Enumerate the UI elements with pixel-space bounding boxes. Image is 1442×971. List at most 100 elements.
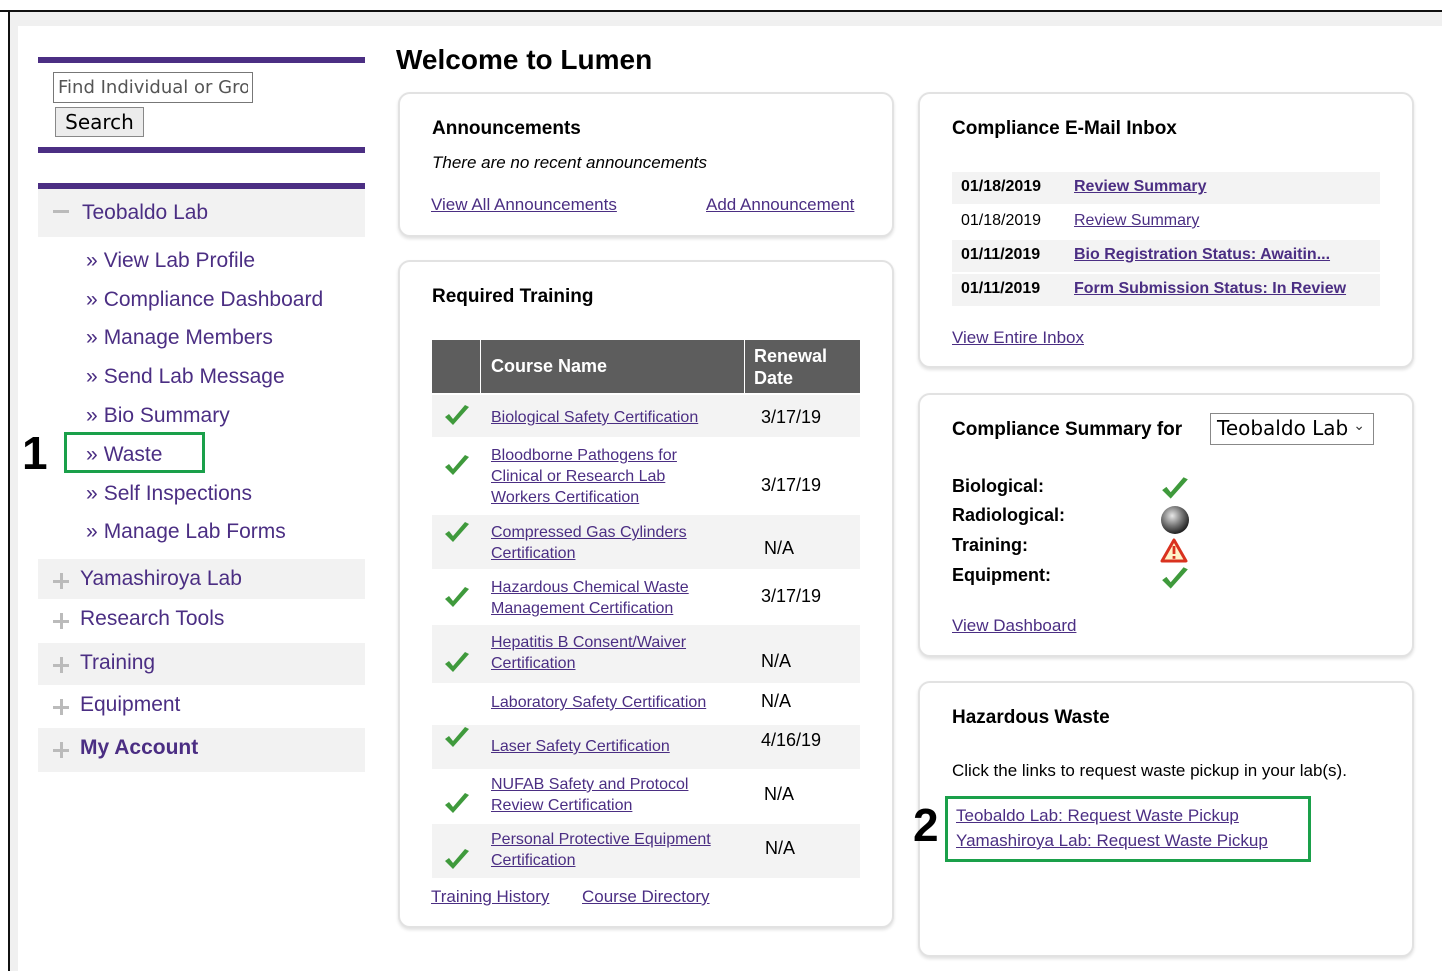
search-input[interactable] <box>53 72 253 103</box>
course-link[interactable]: Compressed Gas Cylinders Certification <box>491 522 721 564</box>
frame-border-left <box>8 10 10 971</box>
check-icon <box>445 793 469 813</box>
expand-icon <box>53 742 69 758</box>
inbox-title: Compliance E-Mail Inbox <box>952 118 1177 139</box>
check-icon <box>445 405 469 425</box>
expand-icon <box>53 573 69 589</box>
view-dashboard-link[interactable]: View Dashboard <box>952 616 1076 636</box>
nav-lab-teobaldo[interactable]: Teobaldo Lab <box>38 189 365 237</box>
training-table-header: Course Name Renewal Date <box>432 340 860 393</box>
nav-item-manage-lab-forms[interactable]: » Manage Lab Forms <box>86 520 286 544</box>
training-history-link[interactable]: Training History <box>431 887 549 907</box>
nav-item-manage-members[interactable]: » Manage Members <box>86 326 273 350</box>
sidebar-nav: Teobaldo Lab » View Lab Profile » Complian… <box>38 183 365 772</box>
check-icon <box>445 455 469 475</box>
renewal-date: 3/17/19 <box>761 475 822 495</box>
course-link[interactable]: Hepatitis B Consent/Waiver Certification <box>491 632 721 674</box>
nav-lab-label: Teobaldo Lab <box>82 201 209 224</box>
nav-lab-yamashiroya[interactable]: Yamashiroya Lab <box>38 559 365 603</box>
table-row: Personal Protective Equipment Certificat… <box>432 824 860 878</box>
nav-training[interactable]: Training <box>38 643 365 687</box>
expand-icon <box>53 613 69 629</box>
check-icon <box>445 652 469 672</box>
inbox-date: 01/18/2019 <box>961 178 1042 195</box>
expand-icon <box>53 657 69 673</box>
table-row: Biological Safety Certification 3/17/19 <box>432 395 860 437</box>
table-row: Bloodborne Pathogens for Clinical or Res… <box>432 437 860 515</box>
compliance-label-training: Training: <box>952 535 1028 555</box>
inbox-subject-link[interactable]: Form Submission Status: In Review <box>1074 280 1346 298</box>
inbox-subject-link[interactable]: Bio Registration Status: Awaitin... <box>1074 246 1330 264</box>
nav-equipment[interactable]: Equipment <box>38 685 365 729</box>
inbox-row[interactable]: 01/11/2019 Bio Registration Status: Awai… <box>952 240 1380 272</box>
renewal-date: 3/17/19 <box>761 407 822 427</box>
gray-sphere-icon <box>1161 506 1189 534</box>
compliance-summary-title: Compliance Summary for <box>952 419 1183 440</box>
inbox-row[interactable]: 01/18/2019 Review Summary <box>952 206 1380 238</box>
collapse-icon <box>53 210 69 213</box>
nav-item-view-lab-profile[interactable]: » View Lab Profile <box>86 249 255 273</box>
check-icon <box>1162 567 1188 589</box>
table-row: Hazardous Chemical Waste Management Cert… <box>432 569 860 625</box>
view-entire-inbox-link[interactable]: View Entire Inbox <box>952 328 1084 348</box>
renewal-date: N/A <box>764 538 795 558</box>
course-link[interactable]: Laser Safety Certification <box>491 736 721 757</box>
nav-item-bio-summary[interactable]: » Bio Summary <box>86 404 230 428</box>
frame-border-top <box>0 10 1442 12</box>
renewal-date: 4/16/19 <box>761 730 822 750</box>
inbox-date: 01/18/2019 <box>961 212 1042 229</box>
compliance-label-biological: Biological: <box>952 476 1045 496</box>
renewal-date: 3/17/19 <box>761 586 822 606</box>
lab-select[interactable]: Teobaldo Lab ⌄ <box>1210 413 1374 445</box>
table-row: NUFAB Safety and Protocol Review Certifi… <box>432 769 860 824</box>
inbox-row[interactable]: 01/11/2019 Form Submission Status: In Re… <box>952 274 1380 306</box>
nav-item-send-lab-message[interactable]: » Send Lab Message <box>86 365 285 389</box>
table-row: Hepatitis B Consent/Waiver Certification… <box>432 625 860 683</box>
renewal-date: N/A <box>765 838 796 858</box>
renewal-date: N/A <box>764 784 795 804</box>
course-link[interactable]: Hazardous Chemical Waste Management Cert… <box>491 577 721 619</box>
warning-icon <box>1160 538 1188 563</box>
nav-my-account[interactable]: My Account <box>38 728 365 772</box>
check-icon <box>445 587 469 607</box>
course-link[interactable]: Personal Protective Equipment Certificat… <box>491 829 731 871</box>
table-row: Laboratory Safety Certification N/A <box>432 683 860 725</box>
nav-research-tools[interactable]: Research Tools <box>38 599 365 643</box>
compliance-label-equipment: Equipment: <box>952 565 1051 585</box>
inbox-subject-link[interactable]: Review Summary <box>1074 178 1207 196</box>
waste-instructions: Click the links to request waste pickup … <box>952 761 1347 780</box>
nav-item-compliance-dashboard[interactable]: » Compliance Dashboard <box>86 288 323 312</box>
inbox-subject-link[interactable]: Review Summary <box>1074 212 1199 230</box>
page-title: Welcome to Lumen <box>396 44 653 75</box>
annotation-number-2: 2 <box>913 799 939 851</box>
compliance-label-radiological: Radiological: <box>952 505 1066 525</box>
window-frame-left <box>10 12 18 971</box>
course-link[interactable]: NUFAB Safety and Protocol Review Certifi… <box>491 774 721 816</box>
search-panel: Search <box>38 57 365 153</box>
table-row: Laser Safety Certification 4/16/19 <box>432 725 860 769</box>
course-directory-link[interactable]: Course Directory <box>582 887 710 907</box>
annotation-number-1: 1 <box>22 427 48 479</box>
announcements-title: Announcements <box>432 118 581 139</box>
col-course-name: Course Name <box>491 356 608 376</box>
search-button[interactable]: Search <box>55 107 144 137</box>
announcements-empty-text: There are no recent announcements <box>432 153 708 172</box>
annotation-box-waste <box>64 432 205 473</box>
nav-item-self-inspections[interactable]: » Self Inspections <box>86 482 252 506</box>
check-icon <box>445 849 469 869</box>
table-row: Compressed Gas Cylinders Certification N… <box>432 515 860 569</box>
expand-icon <box>53 699 69 715</box>
inbox-row[interactable]: 01/18/2019 Review Summary <box>952 172 1380 204</box>
course-link[interactable]: Laboratory Safety Certification <box>491 692 731 713</box>
inbox-date: 01/11/2019 <box>961 246 1041 263</box>
course-link[interactable]: Biological Safety Certification <box>491 407 741 428</box>
course-link[interactable]: Bloodborne Pathogens for Clinical or Res… <box>491 445 721 508</box>
annotation-box-waste-links <box>945 796 1311 862</box>
renewal-date: N/A <box>761 651 792 671</box>
add-announcement-link[interactable]: Add Announcement <box>706 195 854 215</box>
inbox-date: 01/11/2019 <box>961 280 1041 297</box>
renewal-date: N/A <box>761 691 792 711</box>
chevron-down-icon: ⌄ <box>1353 418 1365 434</box>
view-all-announcements-link[interactable]: View All Announcements <box>431 195 617 215</box>
window-frame <box>10 12 1442 26</box>
